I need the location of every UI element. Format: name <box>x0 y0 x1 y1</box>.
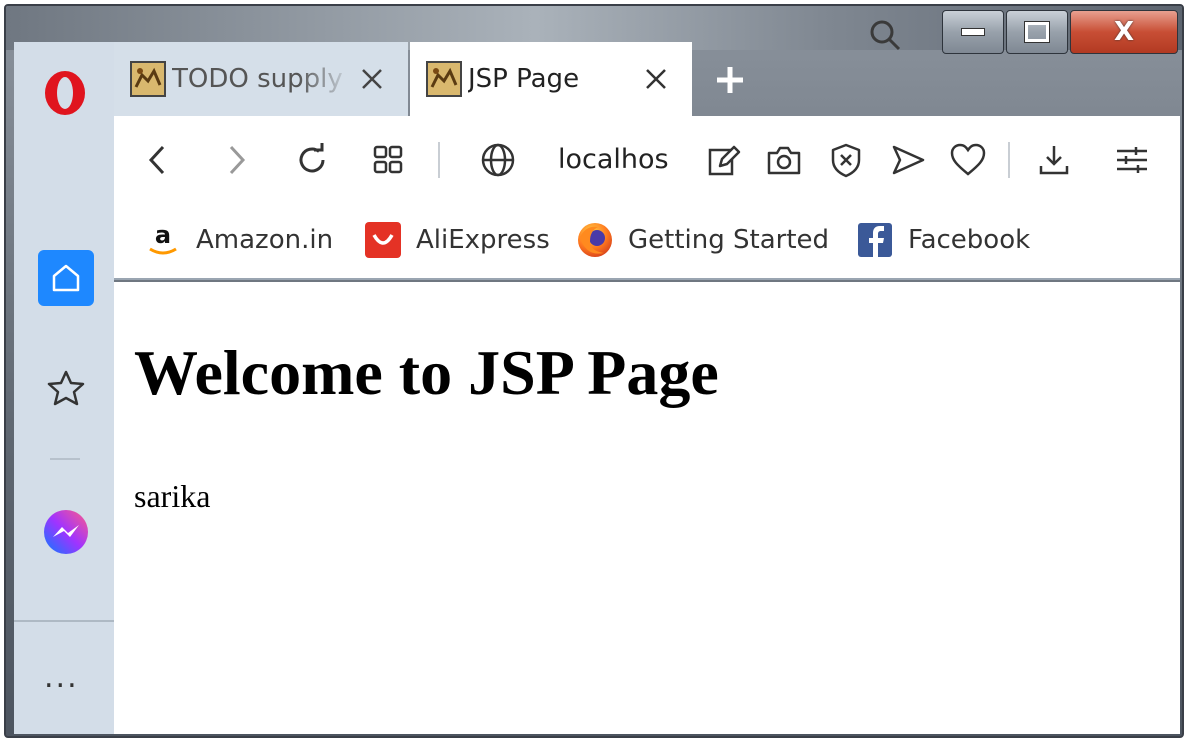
tomcat-favicon-icon <box>426 61 462 97</box>
snapshot-button[interactable] <box>764 140 804 180</box>
tab-jsp-page[interactable]: JSP Page <box>410 42 692 116</box>
edit-button[interactable] <box>704 140 744 180</box>
globe-icon <box>481 143 515 177</box>
edit-icon <box>708 145 741 176</box>
close-icon <box>646 69 666 89</box>
home-icon <box>52 264 80 292</box>
bookmarks-bar: a Amazon.in AliExpress Getting Started F… <box>114 204 1180 280</box>
chevron-right-icon <box>229 145 246 175</box>
sidebar-separator <box>14 620 114 622</box>
reload-icon <box>299 143 325 173</box>
minimize-icon <box>961 28 985 36</box>
camera-icon <box>767 146 801 175</box>
firefox-icon <box>576 221 614 259</box>
bookmark-label: Facebook <box>908 225 1031 255</box>
tab-close-button[interactable] <box>636 59 676 99</box>
easy-setup-button[interactable] <box>1112 140 1152 180</box>
bookmark-getting-started[interactable]: Getting Started <box>576 220 829 260</box>
bookmark-label: Getting Started <box>628 225 830 255</box>
settings-sliders-icon <box>1117 147 1147 173</box>
home-button[interactable] <box>38 250 94 306</box>
bookmark-facebook[interactable]: Facebook <box>856 220 1030 260</box>
tab-title: TODO supply <box>172 64 343 94</box>
bookmark-heart-button[interactable] <box>948 140 988 180</box>
toolbar-separator <box>1008 142 1010 178</box>
grid-icon <box>373 145 403 174</box>
close-icon <box>362 69 382 89</box>
bookmark-label: AliExpress <box>416 225 550 255</box>
tab-todo-supply[interactable]: TODO supply <box>114 42 408 116</box>
opera-logo[interactable] <box>40 68 90 118</box>
tab-close-button[interactable] <box>352 59 392 99</box>
page-text: sarika <box>134 478 211 514</box>
heart-icon <box>950 143 986 176</box>
shield-icon <box>831 143 861 178</box>
site-info-button[interactable] <box>478 140 518 180</box>
navigation-toolbar: localhos <box>114 116 1180 204</box>
page-heading: Welcome to JSP Page <box>134 337 719 408</box>
messenger-icon[interactable] <box>42 508 90 556</box>
bookmark-label: Amazon.in <box>196 225 334 255</box>
facebook-icon <box>856 221 894 259</box>
more-icon[interactable]: ... <box>44 663 79 693</box>
address-field[interactable]: localhos <box>558 144 676 180</box>
send-icon <box>892 145 925 175</box>
send-button[interactable] <box>888 140 928 180</box>
downloads-button[interactable] <box>1034 140 1074 180</box>
tomcat-favicon-icon <box>130 61 166 97</box>
tab-grid-button[interactable] <box>368 140 408 180</box>
tab-strip: TODO supply JSP Page <box>114 42 1180 116</box>
toolbar-separator <box>438 142 440 178</box>
sidebar: ... <box>14 42 114 734</box>
bookmark-amazon[interactable]: a Amazon.in <box>144 220 333 260</box>
sidebar-divider <box>50 458 80 460</box>
bookmark-aliexpress[interactable]: AliExpress <box>364 220 550 260</box>
aliexpress-icon <box>364 221 402 259</box>
download-icon <box>1039 146 1069 175</box>
amazon-icon: a <box>144 221 182 259</box>
reload-button[interactable] <box>292 140 332 180</box>
back-button[interactable] <box>138 140 178 180</box>
maximize-icon <box>1024 21 1050 43</box>
tab-title: JSP Page <box>468 64 580 94</box>
star-icon[interactable] <box>46 368 86 408</box>
svg-text:a: a <box>155 221 171 249</box>
new-tab-button[interactable] <box>712 62 748 98</box>
forward-button[interactable] <box>216 140 256 180</box>
ad-block-button[interactable] <box>826 140 866 180</box>
chevron-left-icon <box>148 145 165 175</box>
page-content: Welcome to JSP Page sarika <box>114 282 1180 734</box>
